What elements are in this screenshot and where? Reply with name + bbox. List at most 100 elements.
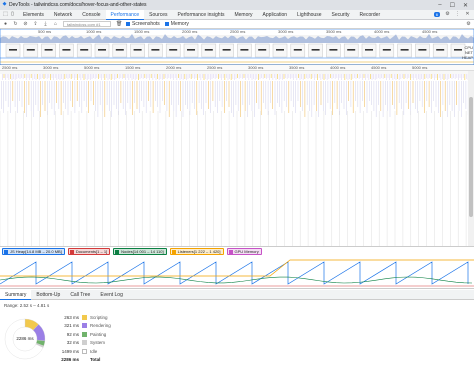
memory-graph [0, 256, 474, 289]
summary-total-row: 2286 ms Total [57, 356, 111, 365]
summary-row: 263 ms Scripting [57, 313, 111, 322]
bottom-tab-summary[interactable]: Summary [0, 289, 32, 300]
bottom-tab-bottom-up[interactable]: Bottom-Up [31, 290, 65, 300]
ruler-tick-label: 1000 ms [86, 29, 102, 34]
bottom-tab-call-tree[interactable]: Call Tree [65, 290, 95, 300]
tab-elements[interactable]: Elements [18, 10, 49, 20]
tab-memory[interactable]: Memory [229, 10, 257, 20]
tab-application[interactable]: Application [258, 10, 292, 20]
tab-lighthouse[interactable]: Lighthouse [292, 10, 326, 20]
device-toggle-icon[interactable]: ▯ [10, 12, 15, 17]
home-icon[interactable]: ⌂ [53, 21, 58, 27]
capture-settings-icon[interactable]: ⚙ [466, 21, 471, 27]
summary-ms: 92 ms [66, 331, 79, 337]
ruler-tick-label: 2500 ms [230, 29, 246, 34]
ruler-tick-label: 500 ms [38, 29, 52, 34]
delete-icon[interactable]: 🗑 [116, 21, 122, 27]
overview-side-labels: CPU NET HEAP [459, 45, 473, 60]
summary-ms: 32 ms [66, 340, 79, 346]
summary-total-ms: 2286 ms [61, 357, 79, 363]
screenshots-label: Screenshots [132, 21, 160, 27]
close-icon[interactable]: ✕ [463, 2, 468, 9]
side-label-heap: HEAP [462, 55, 473, 60]
flame-scrollbar[interactable] [468, 71, 474, 246]
ruler-tick-label: 5000 ms [84, 65, 100, 70]
counter-toggle[interactable]: Nodes[14 001 – 14 110] [113, 248, 167, 255]
checkbox-checked-icon [69, 249, 74, 254]
summary-donut: 2286 ms [3, 317, 47, 361]
ruler-tick-label: 5000 ms [412, 65, 428, 70]
summary-ms: 321 ms [64, 323, 79, 329]
ruler-tick-label: 2000 ms [182, 29, 198, 34]
summary-total-label: Total [90, 357, 101, 363]
scrollbar-thumb[interactable] [469, 97, 473, 217]
ruler-tick-label: 4000 ms [330, 65, 346, 70]
upload-icon[interactable]: ⇪ [33, 21, 38, 27]
window-title: DevTools - tailwindcss.com/docs/hover-fo… [9, 2, 147, 8]
ruler-tick-label: 4500 ms [422, 29, 438, 34]
summary-ms: 1499 ms [61, 348, 79, 354]
summary-table: 263 ms Scripting 321 ms Rendering 92 ms Paint… [57, 313, 111, 364]
summary-category: Scripting [90, 314, 108, 320]
gear-icon[interactable]: ⚙ [445, 12, 450, 17]
tab-recorder[interactable]: Recorder [355, 10, 386, 20]
devtools-icon: ◆ [2, 1, 7, 7]
maximize-icon[interactable]: ☐ [450, 2, 455, 9]
memory-checkbox[interactable]: Memory [164, 21, 189, 27]
checkbox-checked-icon [228, 249, 233, 254]
ruler-tick-label: 2000 ms [166, 65, 182, 70]
summary-category: Rendering [90, 323, 111, 329]
checkbox-checked-icon [126, 22, 130, 26]
counter-label: Listeners[1 222 – 1 420] [177, 249, 221, 254]
range-text: Range: 2.52 s – 4.81 s [4, 303, 50, 308]
bottom-tabbar: Summary Bottom-Up Call Tree Event Log [0, 289, 474, 300]
performance-toolbar: ● ↻ ⊘ ⇪ ⤓ ⌂ tailwindcss.com #1 🗑 Screens… [0, 20, 474, 29]
inspect-icon[interactable]: ⬚ [3, 12, 8, 17]
ruler-tick-label: 1500 ms [134, 29, 150, 34]
tab-performance-insights[interactable]: Performance insights [173, 10, 230, 20]
profile-select[interactable]: tailwindcss.com #1 [63, 21, 111, 27]
clear-icon[interactable]: ⊘ [23, 21, 28, 27]
ruler-tick-label: 3500 ms [289, 65, 305, 70]
counter-label: JS Heap[14.8 MB – 20.0 MB] [10, 249, 62, 254]
tab-security[interactable]: Security [326, 10, 354, 20]
ruler-tick-label: 3000 ms [278, 29, 294, 34]
memory-counters: JS Heap[14.8 MB – 20.0 MB] Documents[1 – … [0, 246, 474, 256]
tab-list: Elements Network Console Performance Sources… [18, 9, 386, 20]
checkbox-checked-icon [171, 249, 176, 254]
tab-performance[interactable]: Performance [105, 9, 145, 20]
issues-badge[interactable]: 6 [433, 12, 440, 17]
summary-ms: 263 ms [64, 314, 79, 320]
tab-sources[interactable]: Sources [144, 10, 172, 20]
bottom-tab-event-log[interactable]: Event Log [95, 290, 128, 300]
tab-network[interactable]: Network [49, 10, 77, 20]
window-titlebar: ◆ DevTools - tailwindcss.com/docs/hover-… [0, 0, 474, 10]
download-icon[interactable]: ⤓ [43, 21, 48, 27]
ruler-tick-label: 2500 ms [207, 65, 223, 70]
counter-toggle[interactable]: GPU Memory [226, 248, 262, 255]
summary-category: Painting [90, 331, 107, 337]
overview-ruler: 500 ms 1000 ms 1500 ms 2000 ms 2500 ms 3000 m… [0, 29, 474, 35]
minimize-icon[interactable]: – [438, 2, 441, 9]
tab-console[interactable]: Console [77, 10, 105, 20]
ruler-tick-label: 2500 ms [2, 65, 18, 70]
record-icon[interactable]: ● [3, 21, 8, 27]
screenshots-checkbox[interactable]: Screenshots [126, 21, 160, 27]
ruler-tick-label: 4500 ms [371, 65, 387, 70]
checkbox-checked-icon [4, 249, 8, 254]
counter-label: GPU Memory [234, 249, 259, 254]
flame-chart[interactable] [0, 71, 468, 246]
reload-record-icon[interactable]: ↻ [13, 21, 18, 27]
more-menu-icon[interactable]: ⋮ [455, 12, 460, 17]
counter-toggle[interactable]: Listeners[1 222 – 1 420] [169, 248, 224, 255]
counter-label: Documents[1 – 1] [75, 249, 108, 254]
memory-label: Memory [170, 21, 189, 27]
ruler-tick-label: 3000 ms [43, 65, 59, 70]
ruler-tick-label: 3500 ms [326, 29, 342, 34]
close-panel-icon[interactable]: ✕ [465, 12, 470, 17]
category-swatch [82, 314, 87, 320]
counter-toggle[interactable]: JS Heap[14.8 MB – 20.0 MB] [2, 248, 65, 255]
ruler-tick-label: 3000 ms [248, 65, 264, 70]
checkbox-checked-icon [164, 22, 169, 26]
counter-toggle[interactable]: Documents[1 – 1] [67, 248, 111, 255]
